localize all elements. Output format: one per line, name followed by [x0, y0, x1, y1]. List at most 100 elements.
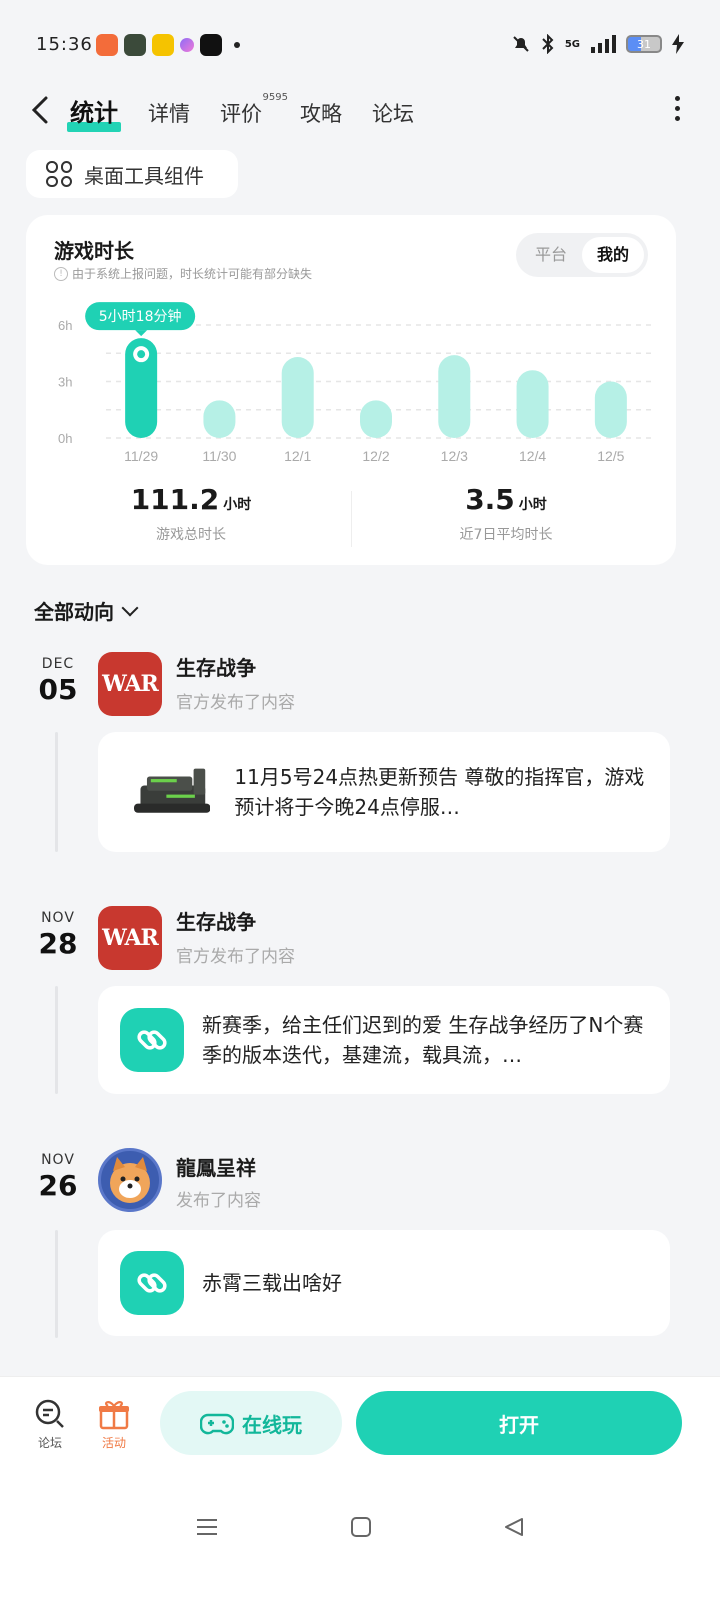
- segment-mine[interactable]: 我的: [582, 237, 644, 273]
- widget-grid-icon: [46, 161, 72, 187]
- forum-label: 论坛: [37, 1436, 62, 1450]
- author-action: 官方发布了内容: [176, 947, 295, 967]
- bar[interactable]: [281, 357, 314, 438]
- feed-filter-dropdown[interactable]: 全部动向: [34, 596, 139, 625]
- bar[interactable]: [438, 355, 471, 438]
- bar[interactable]: [203, 400, 236, 438]
- bottom-action-bar: 论坛 活动 在线玩 打开: [0, 1376, 720, 1608]
- author-name[interactable]: 生存战争: [176, 906, 256, 935]
- author-name[interactable]: 生存战争: [176, 652, 256, 681]
- network-type: 5G: [564, 38, 580, 50]
- x-tick-label: 12/2: [362, 448, 389, 464]
- author-avatar[interactable]: [98, 1148, 162, 1212]
- stat-unit: 小时: [223, 497, 252, 513]
- charging-icon: [672, 34, 684, 54]
- tab-label: 论坛: [372, 102, 414, 126]
- x-tick-label: 12/5: [597, 448, 624, 464]
- activity-label: 活动: [101, 1436, 126, 1450]
- open-label: 打开: [499, 1412, 539, 1437]
- author-avatar[interactable]: WAR: [98, 652, 162, 716]
- playtime-card: 游戏时长 ! 由于系统上报问题，时长统计可能有部分缺失 平台 我的 0h 3h 6h…: [26, 215, 676, 565]
- post-text: 赤霄三载出啥好: [202, 1271, 342, 1295]
- tiktok-icon: [200, 34, 222, 56]
- stat-average: 3.5 小时 近7日平均时长: [421, 483, 591, 544]
- tab-guides[interactable]: 攻略: [300, 98, 342, 132]
- stat-value: 111.2: [130, 483, 220, 516]
- back-icon[interactable]: [26, 92, 56, 128]
- battery-level: 31: [637, 37, 651, 51]
- menu-icon[interactable]: [194, 1515, 220, 1539]
- bar-marker-dot: [137, 350, 146, 359]
- feed-date: NOV 28: [36, 910, 80, 958]
- tab-label: 详情: [148, 102, 190, 126]
- bar[interactable]: [360, 400, 392, 438]
- post-text: 11月5号24点热更新预告 尊敬的指挥官，游戏预计将于今晚24点停服…: [234, 765, 645, 819]
- bar[interactable]: [594, 381, 627, 439]
- x-tick-label: 12/4: [519, 448, 546, 464]
- x-tick-label: 11/30: [202, 448, 236, 464]
- author-action: 官方发布了内容: [176, 693, 295, 713]
- app-notif-icon: [152, 34, 174, 56]
- playtime-bar-chart: 0h 3h 6h 11/29 5小时18分钟 11/30 12/1 12/2 12/3 12/4 1…: [58, 302, 654, 464]
- post-thumbnail-image: [134, 768, 211, 813]
- author-action: 发布了内容: [176, 1191, 261, 1211]
- date-month: NOV: [41, 910, 75, 926]
- stat-label: 近7日平均时长: [459, 527, 553, 543]
- date-day: 05: [38, 673, 78, 706]
- back-nav-icon[interactable]: [502, 1515, 526, 1539]
- feed-post[interactable]: 新赛季，给主任们迟到的爱 生存战争经历了N个赛季的版本迭代，基建流，载具流，…: [98, 986, 670, 1094]
- dog-avatar-image: [110, 1157, 150, 1203]
- stat-label: 游戏总时长: [156, 527, 226, 543]
- stat-value: 3.5: [465, 483, 515, 516]
- gift-icon: [99, 1401, 129, 1430]
- feed-post[interactable]: 11月5号24点热更新预告 尊敬的指挥官，游戏预计将于今晚24点停服…: [98, 732, 670, 852]
- forum-button[interactable]: 论坛: [20, 1397, 80, 1451]
- cloud-play-button[interactable]: 在线玩: [160, 1391, 342, 1455]
- review-count-badge: 9595: [262, 92, 288, 103]
- desktop-widget-button[interactable]: 桌面工具组件: [26, 150, 238, 198]
- info-icon: !: [54, 266, 68, 281]
- feed-date: NOV 26: [36, 1152, 80, 1200]
- status-time: 15:36: [36, 34, 93, 55]
- mute-icon: [513, 36, 529, 52]
- more-notif-dot: [234, 42, 240, 48]
- app-notif-icon: [96, 34, 118, 56]
- post-text: 新赛季，给主任们迟到的爱 生存战争经历了N个赛季的版本迭代，基建流，载具流，…: [202, 1013, 644, 1067]
- chevron-down-icon: [121, 599, 139, 616]
- open-game-button[interactable]: 打开: [356, 1391, 682, 1455]
- avatar-text: WAR: [102, 671, 159, 697]
- feed-post[interactable]: 赤霄三载出啥好: [98, 1230, 670, 1336]
- tooltip-text: 5小时18分钟: [99, 308, 182, 325]
- tab-details[interactable]: 详情: [148, 98, 190, 132]
- feed-header: 全部动向: [34, 600, 114, 624]
- timeline-line: [55, 1230, 58, 1338]
- stat-divider: [351, 491, 352, 547]
- home-icon[interactable]: [349, 1515, 373, 1539]
- tab-bar: 统计 详情 评价 9595 攻略 论坛: [67, 92, 414, 132]
- activity-button[interactable]: 活动: [84, 1397, 144, 1451]
- x-tick-label: 12/3: [441, 448, 468, 464]
- tab-stats[interactable]: 统计: [67, 93, 121, 132]
- author-name[interactable]: 龍鳳呈祥: [176, 1152, 256, 1181]
- signal-icon: [591, 35, 616, 53]
- chat-bubble-icon: [35, 1399, 64, 1428]
- notice-text: 由于系统上报问题，时长统计可能有部分缺失: [72, 267, 313, 281]
- card-title: 游戏时长: [54, 239, 134, 263]
- system-nav-bar: [0, 1515, 720, 1539]
- x-tick-label: 11/29: [124, 448, 158, 464]
- tab-label: 攻略: [300, 102, 342, 126]
- tab-forum[interactable]: 论坛: [372, 98, 414, 132]
- segment-platform[interactable]: 平台: [520, 237, 582, 273]
- date-month: DEC: [41, 656, 75, 672]
- tooltip-arrow: [135, 330, 148, 337]
- cloud-play-label: 在线玩: [242, 1412, 302, 1437]
- gamepad-icon: [200, 1413, 234, 1435]
- y-tick-label: 6h: [58, 318, 72, 333]
- bar[interactable]: [516, 370, 549, 438]
- stat-total: 111.2 小时 游戏总时长: [106, 483, 276, 544]
- bluetooth-icon: [542, 34, 554, 54]
- status-indicators: 5G 31: [511, 34, 684, 54]
- tab-reviews[interactable]: 评价 9595: [220, 92, 288, 132]
- more-options-icon[interactable]: [675, 96, 680, 121]
- author-avatar[interactable]: WAR: [98, 906, 162, 970]
